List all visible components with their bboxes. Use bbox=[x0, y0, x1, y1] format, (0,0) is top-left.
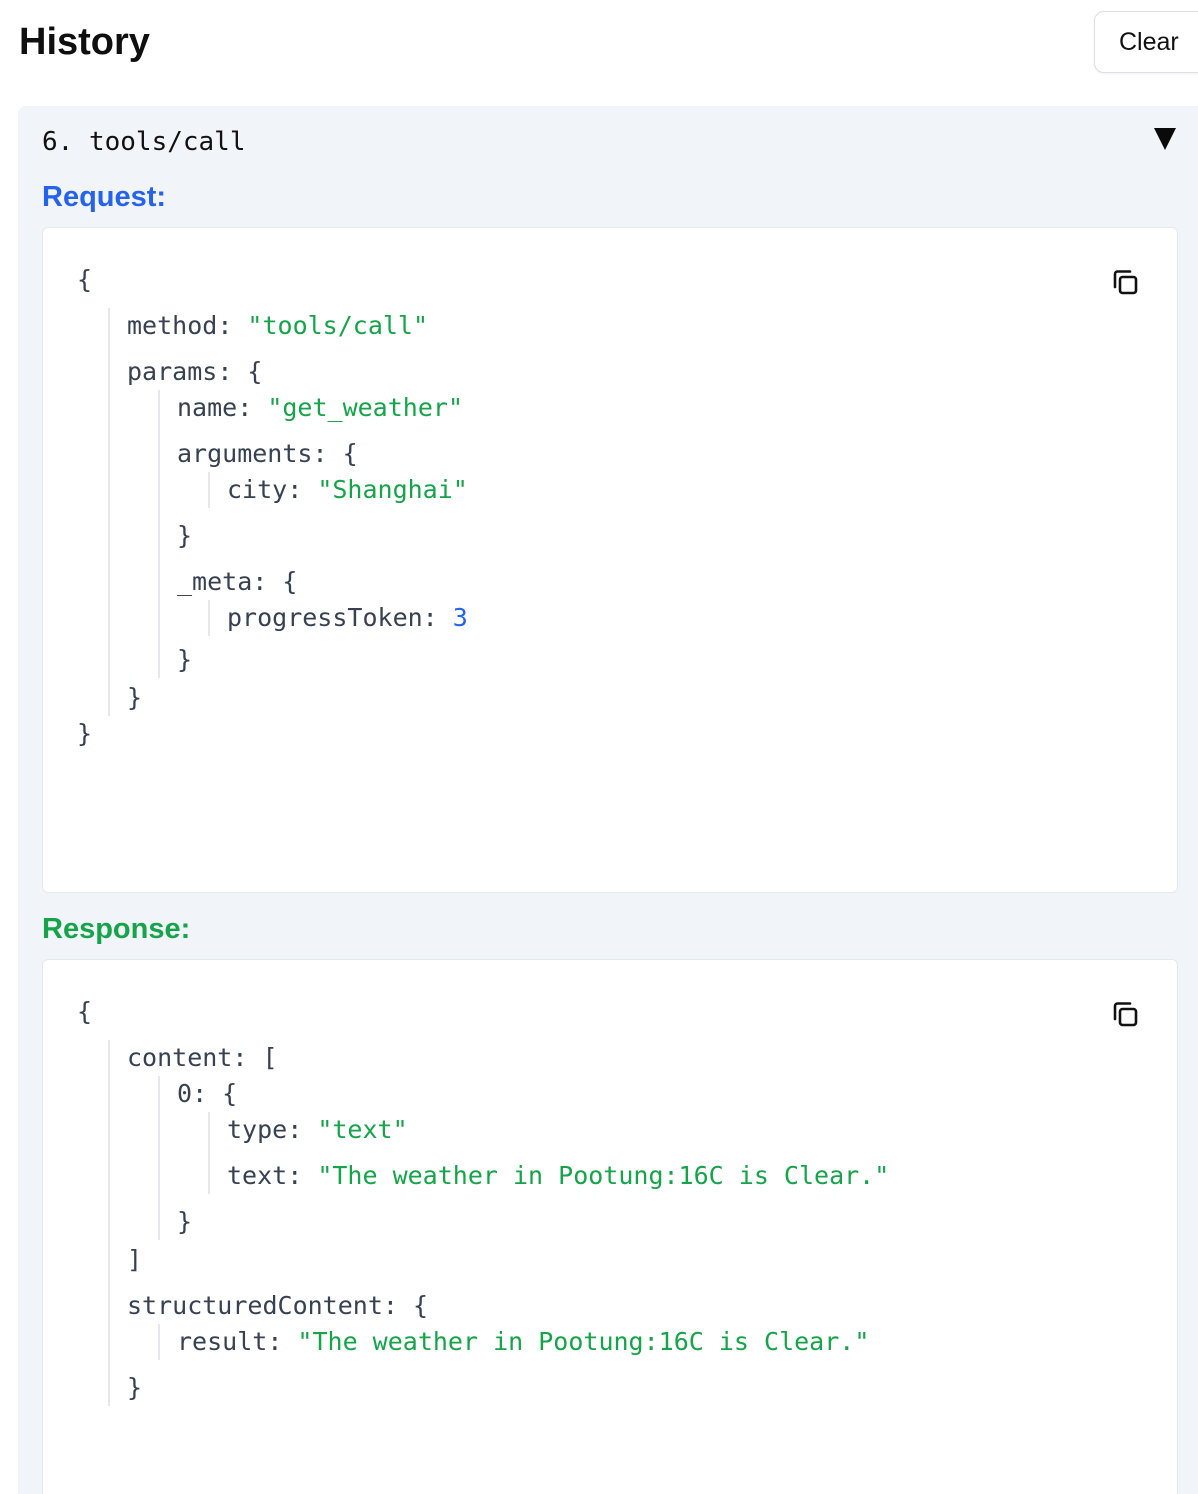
json-key: name bbox=[177, 393, 238, 422]
response-label: Response: bbox=[42, 913, 191, 945]
json-key: city bbox=[227, 475, 288, 504]
json-brace: } bbox=[177, 645, 193, 674]
json-line: method: "tools/call" bbox=[127, 311, 429, 340]
json-string-value: "text" bbox=[317, 1115, 408, 1144]
json-key: structuredContent bbox=[127, 1291, 383, 1320]
json-string-value: "The weather in Pootung:16C is Clear." bbox=[317, 1161, 890, 1190]
response-json-panel: { content: [ 0: { type: "text" text: "Th… bbox=[42, 959, 1178, 1494]
json-nest: content: [ 0: { type: "text" text: "The … bbox=[108, 1040, 889, 1406]
json-brace: { bbox=[77, 997, 93, 1026]
json-string-value: "Shanghai" bbox=[317, 475, 468, 504]
json-nest: name: "get_weather" arguments: { city: "… bbox=[158, 390, 468, 678]
json-line: text: "The weather in Pootung:16C is Cle… bbox=[227, 1161, 890, 1190]
history-page: History Clear 6. tools/call Request: { m… bbox=[0, 0, 1198, 1494]
json-line: 0: { bbox=[177, 1079, 238, 1108]
json-key: content bbox=[127, 1043, 233, 1072]
copy-icon[interactable] bbox=[1109, 266, 1141, 298]
response-json-tree: { content: [ 0: { type: "text" text: "Th… bbox=[77, 994, 889, 1416]
json-string-value: "get_weather" bbox=[267, 393, 463, 422]
json-brace: } bbox=[177, 521, 193, 550]
page-title: History bbox=[19, 21, 150, 63]
json-key: method bbox=[127, 311, 218, 340]
json-key: params bbox=[127, 357, 218, 386]
json-bracket: ] bbox=[127, 1245, 143, 1274]
json-string-value: "The weather in Pootung:16C is Clear." bbox=[297, 1327, 870, 1356]
json-number-value: 3 bbox=[452, 603, 468, 632]
json-line: city: "Shanghai" bbox=[227, 475, 468, 504]
json-brace: } bbox=[127, 683, 143, 712]
json-line: progressToken: 3 bbox=[227, 603, 468, 632]
json-key: result bbox=[177, 1327, 268, 1356]
request-label: Request: bbox=[42, 181, 167, 213]
json-line: name: "get_weather" bbox=[177, 393, 463, 422]
json-key: 0 bbox=[177, 1079, 193, 1108]
json-line: params: { bbox=[127, 357, 263, 386]
entry-title[interactable]: 6. tools/call bbox=[42, 126, 246, 158]
json-line: _meta: { bbox=[177, 567, 298, 596]
json-key: _meta bbox=[177, 567, 253, 596]
clear-button[interactable]: Clear bbox=[1094, 11, 1198, 73]
json-line: type: "text" bbox=[227, 1115, 408, 1144]
request-json-panel: { method: "tools/call" params: { name: "… bbox=[42, 227, 1178, 893]
json-nest: city: "Shanghai" bbox=[208, 472, 468, 508]
json-nest: 0: { type: "text" text: "The weather in … bbox=[158, 1076, 889, 1240]
json-key: text bbox=[227, 1161, 288, 1190]
triangle-down-icon[interactable] bbox=[1154, 128, 1176, 150]
json-nest: method: "tools/call" params: { name: "ge… bbox=[108, 308, 468, 716]
json-brace: } bbox=[77, 719, 93, 748]
json-line: content: [ bbox=[127, 1043, 278, 1072]
json-line: structuredContent: { bbox=[127, 1291, 429, 1320]
json-nest: type: "text" text: "The weather in Pootu… bbox=[208, 1112, 889, 1194]
json-line: result: "The weather in Pootung:16C is C… bbox=[177, 1327, 870, 1356]
json-key: arguments bbox=[177, 439, 313, 468]
json-brace: { bbox=[77, 265, 93, 294]
json-nest: result: "The weather in Pootung:16C is C… bbox=[158, 1324, 889, 1360]
history-entry: 6. tools/call Request: { method: "tools/… bbox=[18, 106, 1198, 1494]
copy-icon[interactable] bbox=[1109, 998, 1141, 1030]
json-brace: } bbox=[127, 1373, 143, 1402]
json-brace: } bbox=[177, 1207, 193, 1236]
json-nest: progressToken: 3 bbox=[208, 600, 468, 636]
json-string-value: "tools/call" bbox=[247, 311, 429, 340]
request-json-tree: { method: "tools/call" params: { name: "… bbox=[77, 262, 468, 752]
json-key: progressToken bbox=[227, 603, 423, 632]
json-line: arguments: { bbox=[177, 439, 358, 468]
json-key: type bbox=[227, 1115, 288, 1144]
